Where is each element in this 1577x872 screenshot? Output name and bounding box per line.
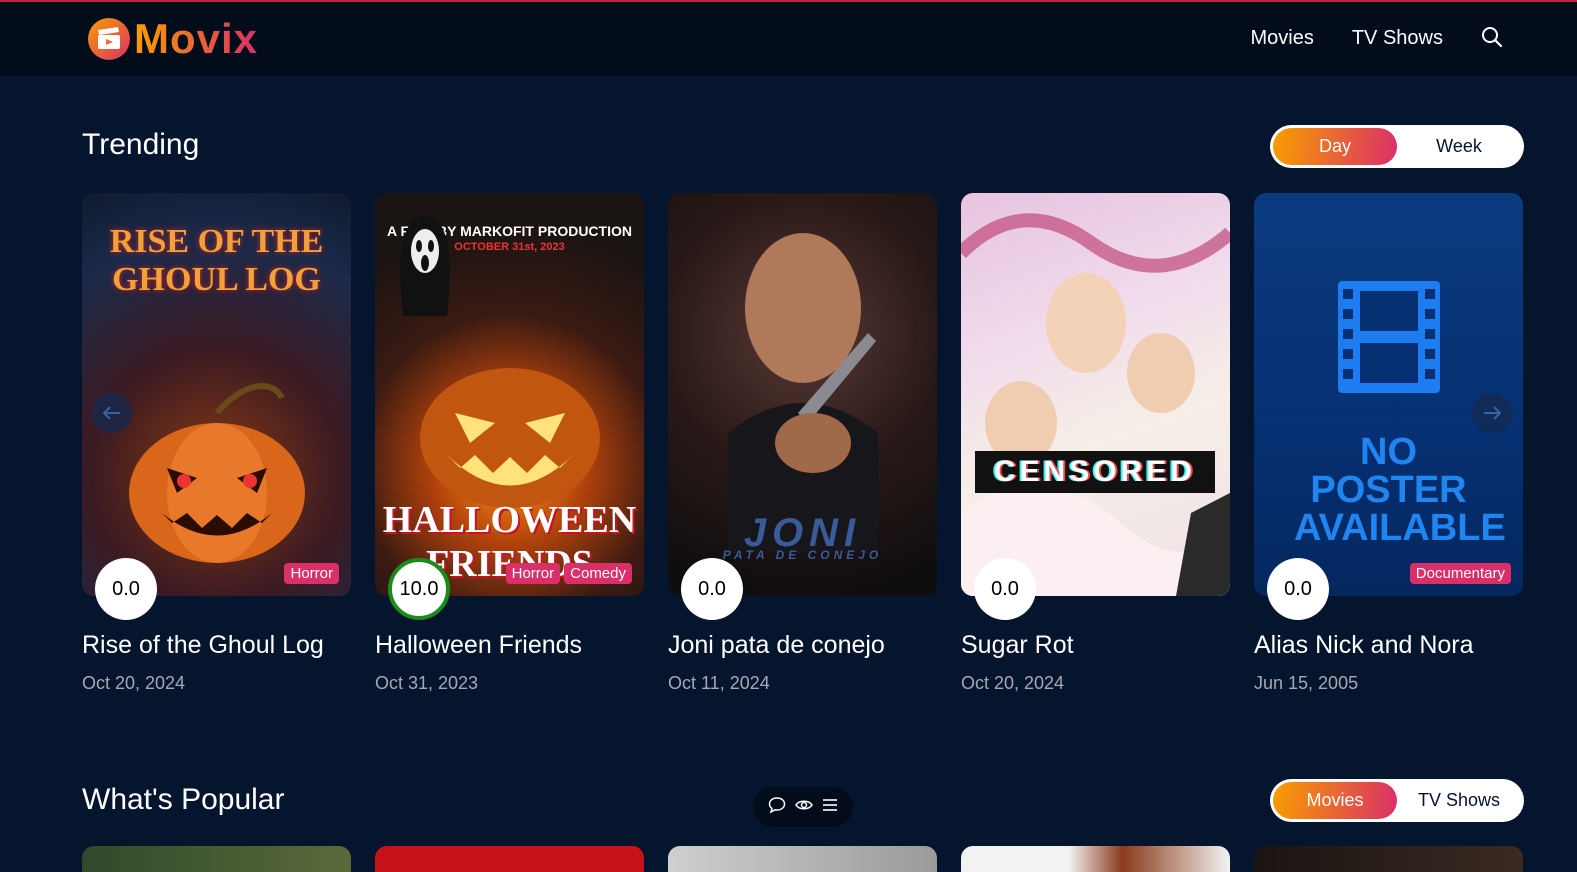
jack-o-lantern-icon (420, 368, 600, 508)
genre-badge: Horror (505, 563, 561, 584)
tab-day[interactable]: Day (1273, 128, 1397, 165)
movie-card[interactable]: JONI PATA DE CONEJO 0.0 Joni pata de con… (668, 193, 937, 693)
rating-circle: 0.0 (95, 558, 157, 620)
search-icon[interactable] (1481, 26, 1505, 50)
genre-badge: Comedy (564, 563, 632, 584)
card-title[interactable]: Halloween Friends (375, 631, 582, 660)
popular-poster[interactable] (1254, 846, 1523, 872)
movie-card[interactable]: A FILM BY MARKOFIT PRODUCTION OCTOBER 31… (375, 193, 644, 693)
rating-circle: 0.0 (974, 558, 1036, 620)
ghostface-icon (400, 216, 450, 316)
trending-title: Trending (82, 128, 200, 161)
card-title[interactable]: Sugar Rot (961, 631, 1074, 660)
poster-image[interactable]: JONI PATA DE CONEJO (668, 193, 937, 596)
censored-banner: CENSORED (975, 451, 1215, 493)
movie-card[interactable]: RISE OF THE GHOUL LOG Horror 0.0 Rise of… (82, 193, 351, 693)
card-title[interactable]: Joni pata de conejo (668, 631, 885, 660)
film-strip-icon (1338, 281, 1440, 393)
popular-title: What's Popular (82, 783, 285, 816)
poster-image[interactable]: RISE OF THE GHOUL LOG Horror (82, 193, 351, 596)
card-date: Oct 11, 2024 (668, 673, 770, 693)
trending-switch: Day Week (1270, 125, 1524, 168)
menu-icon[interactable] (822, 798, 838, 817)
clapperboard-icon (88, 18, 130, 60)
popular-poster[interactable] (961, 846, 1230, 872)
rating-circle: 0.0 (1267, 558, 1329, 620)
tab-week[interactable]: Week (1397, 128, 1521, 165)
arrow-right-icon (1484, 406, 1501, 420)
popular-switch: Movies TV Shows (1270, 779, 1524, 822)
nav-tv-shows[interactable]: TV Shows (1352, 27, 1443, 50)
logo-text: Movix (134, 15, 259, 62)
card-date: Oct 31, 2023 (375, 673, 479, 693)
popular-poster[interactable] (82, 846, 351, 872)
carousel-left-arrow[interactable] (92, 393, 132, 433)
rating-circle: 0.0 (681, 558, 743, 620)
comment-icon[interactable] (768, 796, 786, 819)
logo[interactable]: Movix (88, 18, 258, 60)
carousel-right-arrow[interactable] (1472, 393, 1512, 433)
poster-text: RISE OF THE GHOUL LOG (109, 223, 324, 298)
tab-tv-shows[interactable]: TV Shows (1397, 782, 1521, 819)
card-date: Oct 20, 2024 (82, 673, 186, 693)
nav: Movies TV Shows (1212, 26, 1505, 50)
poster-text: CENSORED (993, 455, 1197, 488)
genre-list: Horror Comedy (505, 563, 632, 584)
card-date: Oct 20, 2024 (961, 673, 1065, 693)
popular-poster[interactable] (375, 846, 644, 872)
genre-list: Documentary (1409, 563, 1511, 584)
genre-badge: Horror (284, 563, 339, 584)
poster-image[interactable]: CENSORED (961, 193, 1230, 596)
no-poster-text: NO POSTER AVAILABLE (1294, 431, 1506, 549)
rating-circle: 10.0 (388, 558, 450, 620)
genre-badge: Documentary (1409, 563, 1511, 584)
floating-toolbar (753, 787, 853, 827)
movie-card[interactable]: CENSORED 0.0 Sugar Rot Oct 20, 2024 (961, 193, 1230, 693)
arrow-left-icon (103, 406, 120, 420)
card-date: Jun 15, 2005 (1254, 673, 1359, 693)
poster-image[interactable]: A FILM BY MARKOFIT PRODUCTION OCTOBER 31… (375, 193, 644, 596)
man-with-gun-icon (728, 233, 878, 553)
illustration-icon (961, 213, 1230, 596)
nav-movies[interactable]: Movies (1250, 27, 1313, 50)
pumpkin-icon (129, 383, 305, 563)
tab-movies[interactable]: Movies (1273, 782, 1397, 819)
card-title[interactable]: Alias Nick and Nora (1254, 631, 1474, 660)
popular-poster[interactable] (668, 846, 937, 872)
genre-list: Horror (284, 563, 339, 584)
header: Movix Movies TV Shows (0, 0, 1577, 76)
card-title[interactable]: Rise of the Ghoul Log (82, 631, 324, 660)
eye-icon[interactable] (795, 796, 813, 819)
